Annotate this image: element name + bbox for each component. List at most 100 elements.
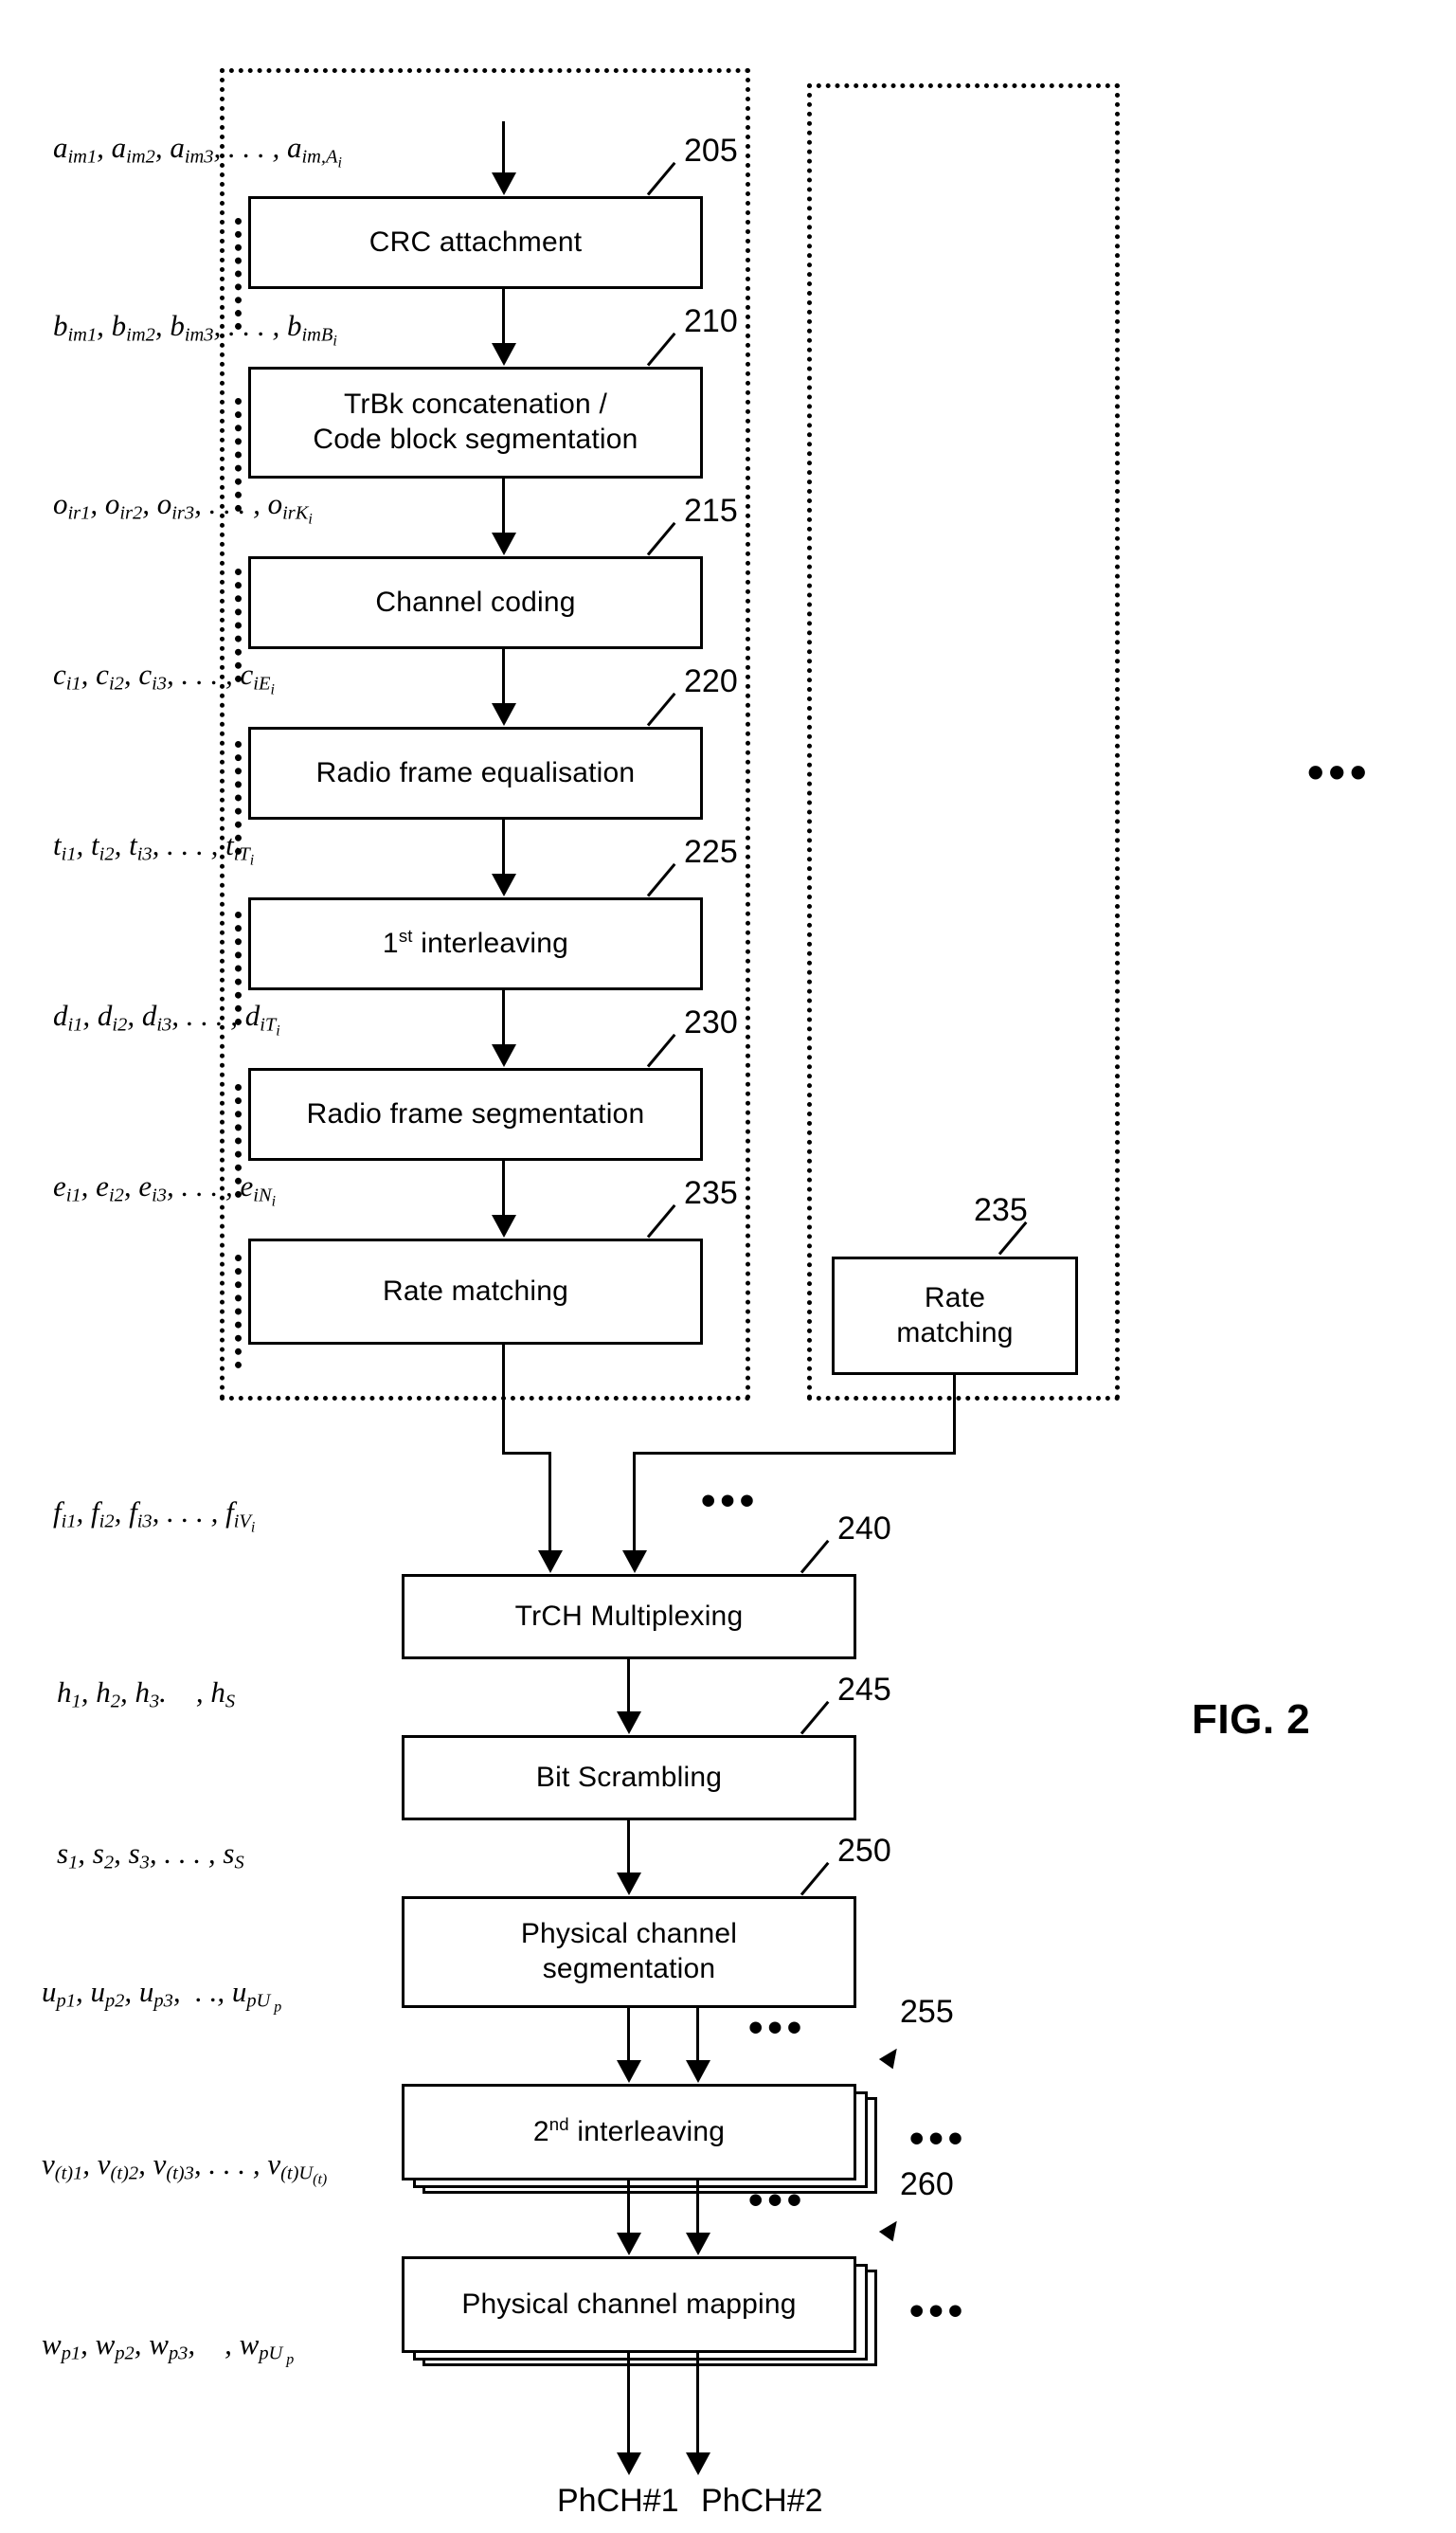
- block-first-interleaving[interactable]: 1st interleaving: [248, 897, 703, 990]
- trch-group-2-boundary: [807, 83, 1120, 1401]
- arrowhead-scrambling-to-physeg: [617, 1873, 641, 1895]
- arrowhead-interleave2-to-mapping-b: [686, 2233, 710, 2255]
- leader-arrow-255: [878, 2043, 905, 2070]
- connector-physeg-to-interleave2-a: [627, 2008, 630, 2067]
- ratematch2-drop: [633, 1452, 636, 1556]
- refnum-245: 245: [837, 1672, 891, 1708]
- block-rate-matching-1[interactable]: Rate matching: [248, 1239, 703, 1345]
- arrowhead-ratematch1-to-mux: [538, 1550, 563, 1573]
- ellipsis-mapping-stack: •••: [909, 2288, 968, 2334]
- block-channel-coding-label: Channel coding: [375, 586, 576, 618]
- refnum-235a: 235: [684, 1175, 738, 1211]
- second-interleaving-rest: interleaving: [568, 2116, 726, 2148]
- arrowhead-physeg-to-interleave2-b: [686, 2060, 710, 2083]
- stack-dots-ratematch: [235, 1255, 242, 1368]
- signal-label-b: bim1, bim2, bim3, . . . , bimBi: [53, 309, 337, 350]
- first-interleaving-num: 1: [382, 928, 399, 960]
- connector-interleave1-to-framseg: [502, 990, 505, 1051]
- ellipsis-interleave2-outputs: •••: [748, 2177, 807, 2223]
- first-interleaving-rest: interleaving: [412, 928, 569, 960]
- signal-label-a: aim1, aim2, aim3, . . . , aim,Ai: [53, 131, 342, 172]
- signal-label-o: oir1, oir2, oir3, . . . , oirKi: [53, 487, 313, 528]
- block-radio-frame-segmentation-label: Radio frame segmentation: [306, 1097, 645, 1130]
- ellipsis-more-trch-groups: •••: [1307, 746, 1372, 799]
- first-interleaving-sup: st: [398, 926, 413, 947]
- connector-physeg-to-interleave2-b: [696, 2008, 699, 2067]
- signal-label-e: ei1, ei2, ei3, . . . , eiNi: [53, 1169, 277, 1210]
- refnum-225: 225: [684, 834, 738, 870]
- connector-mux-to-scrambling: [627, 1659, 630, 1718]
- refnum-220: 220: [684, 663, 738, 699]
- block-trbk-line2: Code block segmentation: [313, 424, 638, 455]
- block-second-interleaving[interactable]: 2nd interleaving: [402, 2084, 856, 2180]
- arrowhead-phch1: [617, 2452, 641, 2475]
- ratematch2-stem: [953, 1375, 956, 1452]
- arrowhead-mux-to-scrambling: [617, 1711, 641, 1734]
- connector-scrambling-to-physeg: [627, 1820, 630, 1879]
- block-trch-multiplexing[interactable]: TrCH Multiplexing: [402, 1574, 856, 1659]
- refnum-235b: 235: [974, 1192, 1028, 1228]
- signal-label-w: wp1, wp2, wp3, , wpU p: [42, 2327, 295, 2368]
- connector-interleave2-to-mapping-a: [627, 2180, 630, 2239]
- connector-crc-to-trbk: [502, 289, 505, 350]
- block-radio-frame-segmentation[interactable]: Radio frame segmentation: [248, 1068, 703, 1161]
- arrowhead-interleave1-to-framseg: [492, 1044, 516, 1067]
- ellipsis-physeg-outputs: •••: [748, 2004, 807, 2051]
- arrow-into-crc-line: [502, 121, 505, 180]
- leader-250: [800, 1861, 830, 1896]
- output-stem-phch1: [627, 2353, 630, 2460]
- block-channel-coding[interactable]: Channel coding: [248, 556, 703, 649]
- block-crc-attachment-label: CRC attachment: [368, 226, 583, 258]
- refnum-205: 205: [684, 133, 738, 169]
- leader-240: [800, 1539, 830, 1574]
- block-trbk-line1: TrBk concatenation /: [343, 389, 608, 421]
- arrowhead-physeg-to-interleave2-a: [617, 2060, 641, 2083]
- signal-label-t: ti1, ti2, ti3, . . . , tiTi: [53, 828, 255, 869]
- block-physical-channel-mapping-label: Physical channel mapping: [461, 2288, 797, 2320]
- refnum-250: 250: [837, 1833, 891, 1869]
- signal-label-d: di1, di2, di3, . . . , diTi: [53, 999, 280, 1040]
- block-radio-frame-equalisation[interactable]: Radio frame equalisation: [248, 727, 703, 820]
- output-label-phch1: PhCH#1: [557, 2483, 679, 2519]
- block-radio-frame-equalisation-label: Radio frame equalisation: [315, 756, 636, 788]
- ratematch1-drop: [548, 1452, 551, 1556]
- ratematch1-stem: [502, 1345, 505, 1452]
- refnum-215: 215: [684, 493, 738, 529]
- connector-interleave2-to-mapping-b: [696, 2180, 699, 2239]
- block-physical-channel-mapping[interactable]: Physical channel mapping: [402, 2256, 856, 2353]
- connector-equalisation-to-interleave1: [502, 820, 505, 880]
- block-rate-matching-2-line1: Rate: [924, 1281, 986, 1313]
- block-rate-matching-2-line2: matching: [896, 1316, 1014, 1348]
- signal-label-f: fi1, fi2, fi3, . . . , fiVi: [53, 1495, 256, 1536]
- block-physical-channel-segmentation[interactable]: Physical channel segmentation: [402, 1896, 856, 2008]
- signal-label-h: h1, h2, h3. , hS: [57, 1675, 236, 1712]
- arrowhead-framseg-to-ratematch: [492, 1215, 516, 1238]
- connector-framseg-to-ratematch: [502, 1161, 505, 1221]
- signal-label-s: s1, s2, s3, . . . , sS: [57, 1836, 244, 1873]
- patent-figure-2: CRC attachment 205 aim1, aim2, aim3, . .…: [0, 0, 1456, 2533]
- block-crc-attachment[interactable]: CRC attachment: [248, 196, 703, 289]
- refnum-260: 260: [900, 2166, 954, 2202]
- block-physeg-line2: segmentation: [542, 1953, 716, 1984]
- block-rate-matching-1-label: Rate matching: [382, 1275, 569, 1307]
- signal-label-u: up1, up2, up3, . ., upU p: [42, 1975, 282, 2016]
- second-interleaving-num: 2: [532, 2116, 549, 2148]
- block-trbk-concatenation[interactable]: TrBk concatenation / Code block segmenta…: [248, 367, 703, 479]
- arrowhead-ratematch2-to-mux: [622, 1550, 647, 1573]
- ellipsis-trch-feeds: •••: [701, 1477, 760, 1524]
- output-label-phch2: PhCH#2: [701, 2483, 823, 2519]
- arrowhead-interleave2-to-mapping-a: [617, 2233, 641, 2255]
- block-bit-scrambling[interactable]: Bit Scrambling: [402, 1735, 856, 1820]
- ratematch1-jog: [502, 1452, 551, 1455]
- output-stem-phch2: [696, 2353, 699, 2460]
- refnum-240: 240: [837, 1511, 891, 1547]
- arrowhead-phch2: [686, 2452, 710, 2475]
- signal-label-c: ci1, ci2, ci3, . . . , ciEi: [53, 658, 275, 698]
- ellipsis-interleave2-stack: •••: [909, 2115, 968, 2162]
- arrowhead-coding-to-equalisation: [492, 703, 516, 726]
- block-rate-matching-2[interactable]: Rate matching: [832, 1257, 1078, 1375]
- block-trch-multiplexing-label: TrCH Multiplexing: [514, 1600, 744, 1632]
- block-bit-scrambling-label: Bit Scrambling: [535, 1761, 723, 1793]
- arrowhead-trbk-to-coding: [492, 533, 516, 555]
- figure-caption: FIG. 2: [1192, 1696, 1311, 1743]
